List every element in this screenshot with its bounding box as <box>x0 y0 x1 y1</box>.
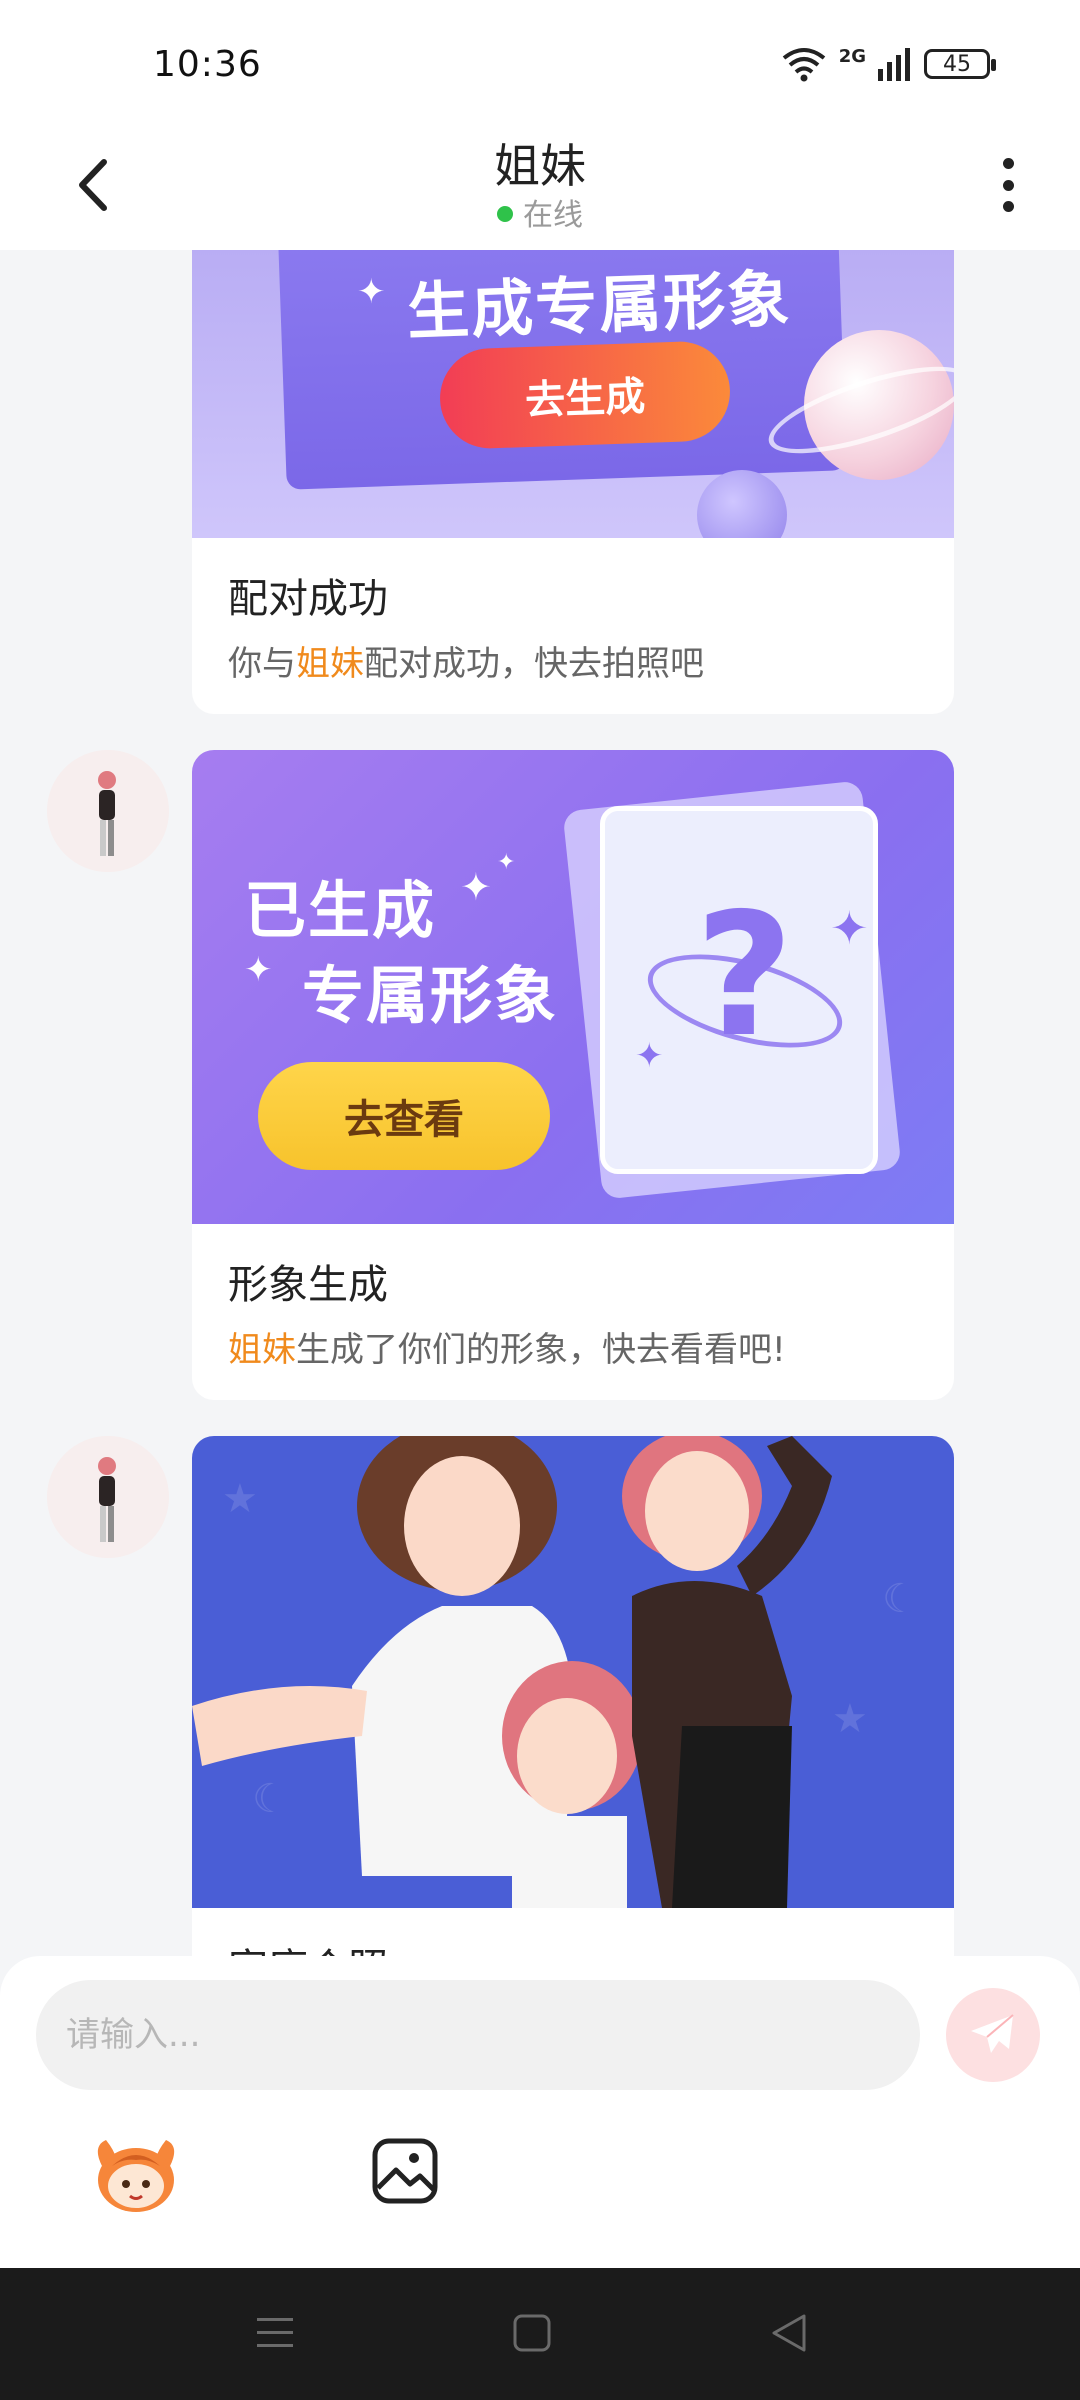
status-bar: 10:36 2G 45 <box>0 0 1080 120</box>
paper-plane-icon <box>971 2014 1014 2053</box>
sparkle-icon: ✦ <box>357 272 386 312</box>
wifi-icon <box>782 48 825 82</box>
card-title: 配对成功 <box>228 576 388 622</box>
sparkle-icon: ✦ <box>635 1036 664 1076</box>
back-triangle-icon[interactable] <box>760 2308 820 2358</box>
sparkle-icon: ✦ <box>460 865 492 909</box>
card-description: 姐妹生成了你们的形象，快去看看吧! <box>192 1310 954 1371</box>
banner-headline: 生成专属形象 <box>406 262 793 349</box>
send-button[interactable] <box>946 1988 1040 2082</box>
more-options-button[interactable] <box>988 150 1028 220</box>
mystery-card-icon: ? ✦ ✦ <box>600 806 878 1174</box>
chat-messages[interactable]: ✦ 生成专属形象 去生成 配对成功 你与姐妹配对成功，快去拍照吧 已生成 ✦ ✦… <box>0 250 1080 1956</box>
banner-line-1: 已生成 <box>244 874 437 947</box>
menu-icon[interactable] <box>245 2308 305 2358</box>
desc-text: 你与 <box>228 644 296 684</box>
status-icons: 2G 45 <box>781 45 996 82</box>
sphere-icon <box>697 470 787 538</box>
sparkle-icon: ✦ <box>830 901 869 955</box>
online-status-label: 在线 <box>523 198 583 233</box>
desc-highlight-name: 姐妹 <box>228 1330 296 1370</box>
avatar-figure-icon <box>47 1436 169 1558</box>
family-photo-card[interactable]: ★ ★ ☾ ☾ 家庭合照 <box>192 1436 954 1956</box>
home-icon[interactable] <box>502 2308 562 2358</box>
sparkle-icon: ✦ <box>244 950 273 990</box>
banner-line-2: 专属形象 <box>302 959 559 1032</box>
battery-level: 45 <box>943 51 971 77</box>
card-description: 你与姐妹配对成功，快去拍照吧 <box>192 624 954 685</box>
go-generate-button[interactable]: 去生成 <box>438 339 732 451</box>
image-picker-icon[interactable] <box>370 2136 440 2206</box>
family-characters-icon <box>192 1436 832 1908</box>
question-mark-icon: ? <box>695 877 794 1075</box>
desc-text: 配对成功，快去拍照吧 <box>364 644 704 684</box>
chat-title: 姐妹 <box>494 139 586 193</box>
avatar-figure-icon <box>47 750 169 872</box>
view-banner[interactable]: 已生成 ✦ ✦ ✦ 专属形象 去查看 ? ✦ ✦ <box>192 750 954 1224</box>
sparkle-icon: ✦ <box>497 850 516 875</box>
more-dot-icon <box>1002 158 1014 169</box>
avatar-generated-card[interactable]: 已生成 ✦ ✦ ✦ 专属形象 去查看 ? ✦ ✦ 形象生成 姐妹生成了你们的形象… <box>192 750 954 1400</box>
online-dot-icon <box>497 205 513 222</box>
system-nav-bar <box>0 2268 1080 2400</box>
more-dot-icon <box>1002 201 1014 212</box>
pairing-card[interactable]: ✦ 生成专属形象 去生成 配对成功 你与姐妹配对成功，快去拍照吧 <box>192 250 954 714</box>
network-type: 2G <box>838 45 866 67</box>
online-status: 在线 <box>0 190 1080 234</box>
go-view-button[interactable]: 去查看 <box>258 1062 550 1170</box>
card-title: 形象生成 <box>228 1262 388 1308</box>
family-photo-image[interactable]: ★ ★ ☾ ☾ <box>192 1436 954 1908</box>
mascot-emoji-icon[interactable] <box>92 2136 180 2216</box>
avatar[interactable] <box>47 1436 169 1558</box>
avatar[interactable] <box>47 750 169 872</box>
desc-text: 生成了你们的形象，快去看看吧! <box>296 1330 786 1370</box>
signal-icon <box>878 48 910 81</box>
generate-banner[interactable]: ✦ 生成专属形象 去生成 <box>192 250 954 538</box>
input-bar <box>0 1956 1080 2268</box>
desc-highlight-name: 姐妹 <box>296 644 364 684</box>
status-time: 10:36 <box>153 44 262 85</box>
message-input[interactable] <box>36 1980 920 2090</box>
card-title: 家庭合照 <box>192 1908 954 1956</box>
battery-icon: 45 <box>924 49 996 79</box>
more-dot-icon <box>1002 179 1014 191</box>
chat-header: 姐妹 在线 <box>0 120 1080 250</box>
